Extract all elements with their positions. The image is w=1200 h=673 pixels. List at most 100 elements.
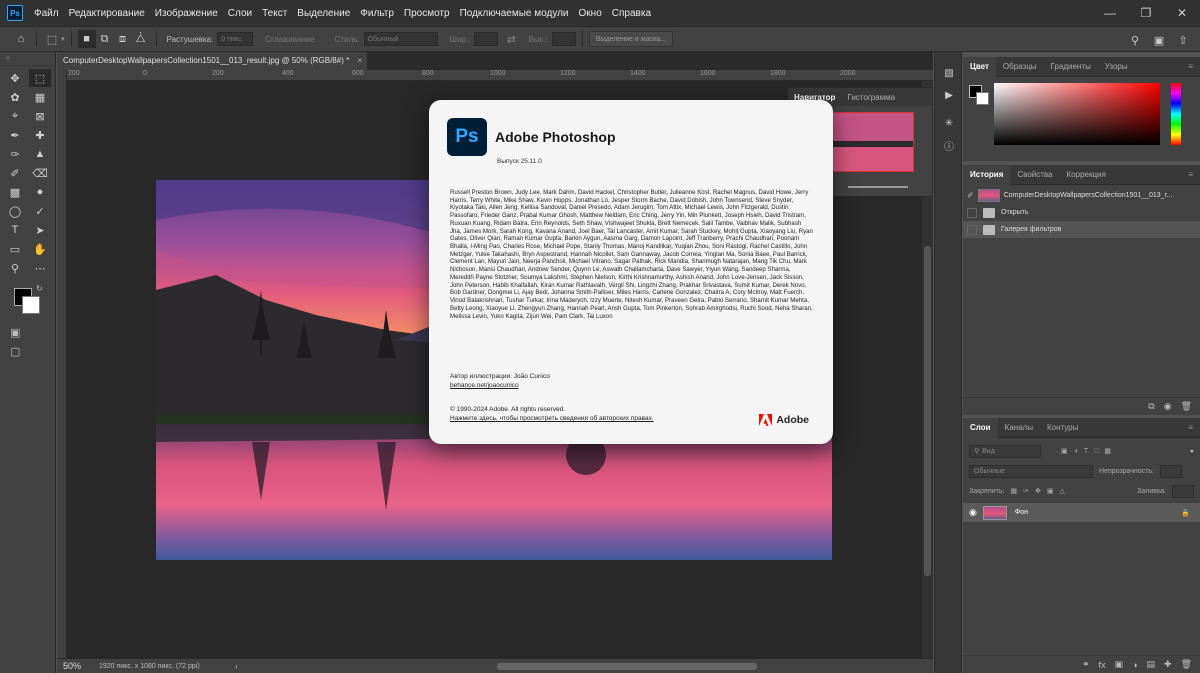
new-document-from-state-icon[interactable]: ⧉ xyxy=(1148,401,1154,412)
tab-channels[interactable]: Каналы xyxy=(998,418,1040,438)
layer-kind-filter[interactable]: ⚲ Вид xyxy=(969,444,1041,458)
eraser-tool-icon[interactable]: ⌫ xyxy=(29,164,51,182)
home-icon[interactable]: ⌂ xyxy=(12,30,30,48)
new-selection-icon[interactable]: ■ xyxy=(77,30,96,48)
menu-view[interactable]: Просмотр xyxy=(399,8,455,19)
swap-colors-icon[interactable]: ↻ xyxy=(36,284,43,293)
tab-gradients[interactable]: Градиенты xyxy=(1044,57,1098,77)
history-state-box[interactable] xyxy=(967,207,977,218)
background-swatch[interactable] xyxy=(976,92,989,105)
filter-shape-icon[interactable]: □ xyxy=(1094,448,1098,455)
fx-icon[interactable]: fx xyxy=(1099,660,1106,670)
zoom-slider[interactable] xyxy=(848,186,908,188)
new-group-icon[interactable]: ▤ xyxy=(1147,659,1156,670)
menu-edit[interactable]: Редактирование xyxy=(64,8,150,19)
select-and-mask-button[interactable]: Выделение и маска... xyxy=(588,31,673,47)
marquee-preset-icon[interactable]: ⬚ xyxy=(43,30,61,48)
path-select-tool-icon[interactable]: ➤ xyxy=(29,221,51,239)
blur-tool-icon[interactable]: ● xyxy=(29,183,51,201)
status-arrow-icon[interactable]: › xyxy=(235,662,238,671)
minimize-icon[interactable]: — xyxy=(1092,0,1128,26)
eyedropper-tool-icon[interactable]: ✒ xyxy=(4,126,26,144)
history-brush-tool-icon[interactable]: ✐ xyxy=(4,164,26,182)
tab-swatches[interactable]: Образцы xyxy=(996,57,1044,77)
info-dock-icon[interactable]: ⓘ xyxy=(935,134,963,156)
filter-type-icon[interactable]: T xyxy=(1084,448,1088,455)
add-selection-icon[interactable]: ⧉ xyxy=(96,30,114,48)
menu-window[interactable]: Окно xyxy=(574,8,607,19)
intersect-selection-icon[interactable]: ⧊ xyxy=(132,30,150,48)
panel-menu-icon[interactable]: ≡ xyxy=(1181,165,1200,185)
tab-patterns[interactable]: Узоры xyxy=(1098,57,1135,77)
healing-tool-icon[interactable]: ✚ xyxy=(29,126,51,144)
menu-filter[interactable]: Фильтр xyxy=(355,8,399,19)
color-picker-field[interactable] xyxy=(994,83,1160,145)
height-input[interactable] xyxy=(551,32,576,46)
lock-position-icon[interactable]: ✥ xyxy=(1035,487,1041,495)
swap-icon[interactable]: ⇄ xyxy=(502,30,520,48)
menu-help[interactable]: Справка xyxy=(607,8,656,19)
document-tab[interactable]: ComputerDesktopWallpapersCollection1501_… xyxy=(57,52,367,70)
history-brush-source-icon[interactable]: ✐ xyxy=(967,191,974,200)
tab-adjustments[interactable]: Коррекция xyxy=(1060,165,1113,185)
smoothing-checkbox[interactable]: Сглаживание xyxy=(265,35,314,44)
restore-icon[interactable]: ❐ xyxy=(1128,0,1164,26)
quick-mask-icon[interactable]: ▣ xyxy=(10,326,45,339)
type-tool-icon[interactable]: T xyxy=(4,221,26,239)
move-tool-icon[interactable]: ✥ xyxy=(4,69,26,87)
play-dock-icon[interactable]: ▶ xyxy=(935,84,963,106)
gradient-tool-icon[interactable]: ▩ xyxy=(4,183,26,201)
pen-tool-icon[interactable]: ✓ xyxy=(29,202,51,220)
illustration-link[interactable]: behance.net/joaocunico xyxy=(450,381,550,390)
share-icon[interactable]: ⇧ xyxy=(1174,31,1192,49)
zoom-tool-icon[interactable]: ⚲ xyxy=(4,259,26,277)
style-select[interactable]: Обычный xyxy=(363,32,438,46)
trash-icon[interactable]: 🗑 xyxy=(1181,401,1192,412)
history-item-open[interactable]: Открыть xyxy=(963,204,1200,221)
crop-tool-icon[interactable]: ⌖ xyxy=(4,107,26,125)
panel-menu-icon[interactable]: ≡ xyxy=(1181,57,1200,77)
fill-input[interactable] xyxy=(1172,484,1194,498)
menu-image[interactable]: Изображение xyxy=(150,8,223,19)
opacity-input[interactable] xyxy=(1160,464,1182,478)
tab-history[interactable]: История xyxy=(963,164,1011,185)
lock-transparent-icon[interactable]: ▦ xyxy=(1010,487,1017,495)
menu-layers[interactable]: Слои xyxy=(223,8,257,19)
background-color-swatch[interactable] xyxy=(22,296,40,314)
menu-plugins[interactable]: Подключаемые модули xyxy=(455,8,574,19)
link-layers-icon[interactable]: ⚭ xyxy=(1082,659,1090,670)
subtract-selection-icon[interactable]: ⧈ xyxy=(114,30,132,48)
feather-input[interactable]: 0 пикс. xyxy=(217,32,254,46)
legal-notices-link[interactable]: Нажмите здесь, чтобы просмотреть сведени… xyxy=(450,414,654,423)
trash-icon[interactable]: 🗑 xyxy=(1181,659,1192,670)
more-tools-icon[interactable]: ⋯ xyxy=(29,259,51,277)
frame-tool-icon[interactable]: ⊠ xyxy=(29,107,51,125)
filter-toggle-icon[interactable]: ● xyxy=(1190,448,1194,455)
brush-tool-icon[interactable]: ✑ xyxy=(4,145,26,163)
filter-pixel-icon[interactable]: ▣ xyxy=(1061,447,1068,455)
object-select-tool-icon[interactable]: ▦ xyxy=(29,88,51,106)
add-mask-icon[interactable]: ▣ xyxy=(1115,659,1124,670)
camera-icon[interactable]: ◉ xyxy=(1164,401,1172,412)
filter-smart-icon[interactable]: ▩ xyxy=(1104,447,1111,455)
rectangle-tool-icon[interactable]: ▭ xyxy=(4,240,26,258)
lasso-tool-icon[interactable]: ✿ xyxy=(4,88,26,106)
panel-menu-icon[interactable]: ≡ xyxy=(1181,418,1200,438)
layer-name[interactable]: Фон xyxy=(1015,509,1028,516)
tab-paths[interactable]: Контуры xyxy=(1040,418,1085,438)
tab-layers[interactable]: Слои xyxy=(963,417,998,438)
lock-pixels-icon[interactable]: ✑ xyxy=(1023,487,1029,495)
stamp-tool-icon[interactable]: ▲ xyxy=(29,145,51,163)
search-icon[interactable]: ⚲ xyxy=(1126,31,1144,49)
menu-type[interactable]: Текст xyxy=(257,8,292,19)
toolbar-grip[interactable]: » xyxy=(0,52,55,66)
width-input[interactable] xyxy=(474,32,499,46)
hand-tool-icon[interactable]: ✋ xyxy=(29,240,51,258)
menu-file[interactable]: Файл xyxy=(29,8,64,19)
chevron-down-icon[interactable]: ▾ xyxy=(61,35,65,43)
layer-row-background[interactable]: ◉ Фон 🔒 xyxy=(963,503,1200,522)
lock-artboard-icon[interactable]: ▣ xyxy=(1047,487,1054,495)
lock-all-icon[interactable]: △ xyxy=(1059,487,1064,495)
hue-slider[interactable] xyxy=(1171,83,1181,145)
history-dock-icon[interactable]: ▧ xyxy=(935,62,963,84)
